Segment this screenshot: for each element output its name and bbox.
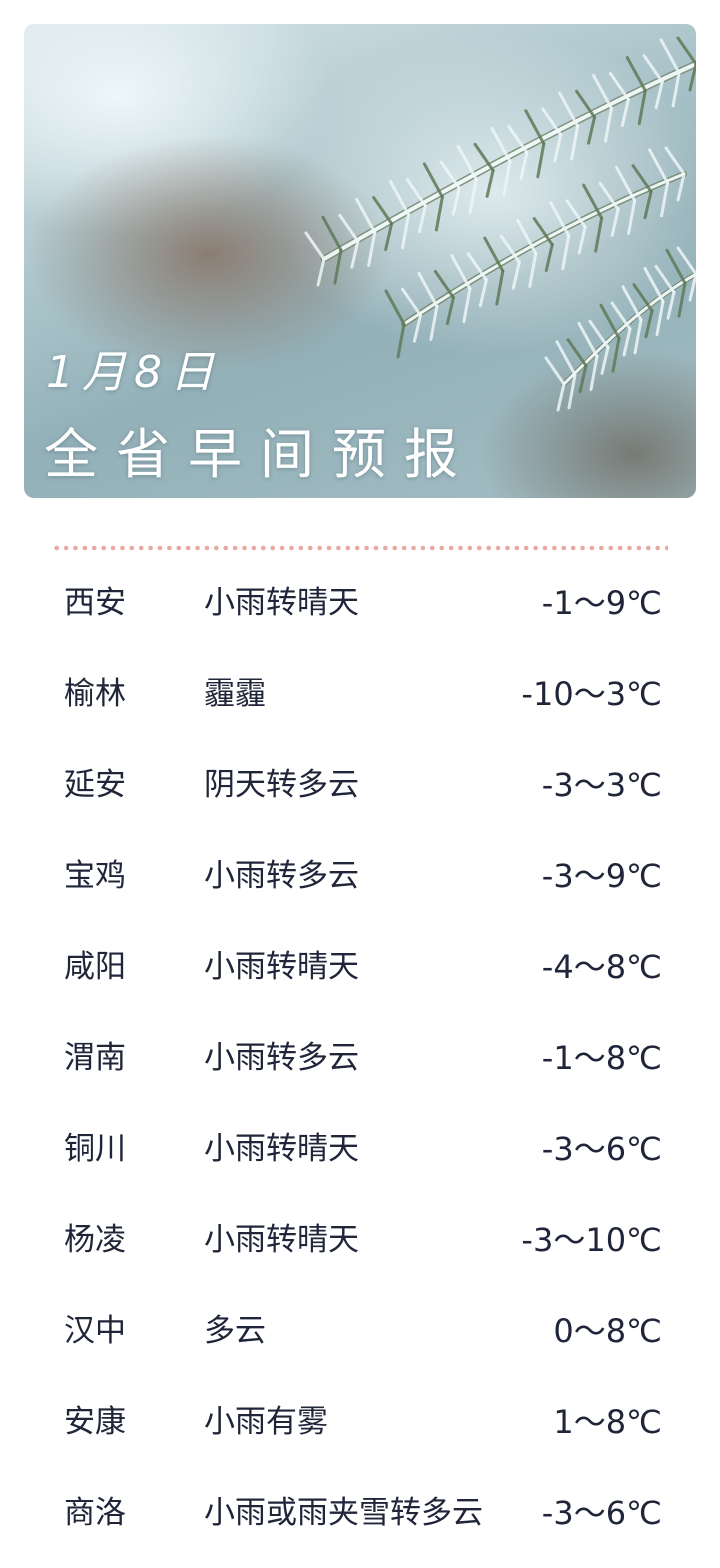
forecast-row: 延安 阴天转多云 -3～3℃ <box>0 740 720 831</box>
forecast-row: 渭南 小雨转多云 -1～8℃ <box>0 1013 720 1104</box>
weather-condition: 小雨转晴天 <box>204 585 359 621</box>
weather-condition: 小雨转多云 <box>204 858 359 894</box>
city-name: 榆林 <box>64 676 126 712</box>
temperature-range: 0～8℃ <box>553 1312 662 1350</box>
weather-condition: 阴天转多云 <box>204 767 359 803</box>
weather-condition: 小雨或雨夹雪转多云 <box>204 1495 483 1531</box>
weather-condition: 多云 <box>204 1313 266 1349</box>
hero-banner-image: 1月8日 全省早间预报 <box>24 24 696 498</box>
temperature-range: -10～3℃ <box>521 675 662 713</box>
temperature-range: -1～9℃ <box>541 584 662 622</box>
weather-condition: 小雨转晴天 <box>204 949 359 985</box>
weather-condition: 小雨转晴天 <box>204 1222 359 1258</box>
city-name: 西安 <box>64 585 126 621</box>
city-name: 汉中 <box>64 1313 126 1349</box>
temperature-range: -4～8℃ <box>541 948 662 986</box>
forecast-row: 西安 小雨转晴天 -1～9℃ <box>0 558 720 649</box>
dotted-divider <box>52 544 668 552</box>
city-name: 延安 <box>64 767 126 803</box>
forecast-row: 咸阳 小雨转晴天 -4～8℃ <box>0 922 720 1013</box>
forecast-row: 宝鸡 小雨转多云 -3～9℃ <box>0 831 720 922</box>
city-name: 商洛 <box>64 1495 126 1531</box>
city-name: 咸阳 <box>64 949 126 985</box>
forecast-row: 铜川 小雨转晴天 -3～6℃ <box>0 1104 720 1195</box>
temperature-range: -3～6℃ <box>541 1130 662 1168</box>
forecast-row: 安康 小雨有雾 1～8℃ <box>0 1377 720 1468</box>
temperature-range: -3～6℃ <box>541 1494 662 1532</box>
forecast-row: 商洛 小雨或雨夹雪转多云 -3～6℃ <box>0 1468 720 1559</box>
forecast-table: 西安 小雨转晴天 -1～9℃ 榆林 霾霾 -10～3℃ 延安 阴天转多云 -3～3℃ 宝鸡 小雨转多… <box>0 558 720 1559</box>
city-name: 渭南 <box>64 1040 126 1076</box>
temperature-range: 1～8℃ <box>553 1403 662 1441</box>
forecast-row: 汉中 多云 0～8℃ <box>0 1286 720 1377</box>
temperature-range: -1～8℃ <box>541 1039 662 1077</box>
temperature-range: -3～3℃ <box>541 766 662 804</box>
temperature-range: -3～9℃ <box>541 857 662 895</box>
weather-condition: 小雨转晴天 <box>204 1131 359 1167</box>
weather-condition: 小雨有雾 <box>204 1404 328 1440</box>
hero-title: 全省早间预报 <box>44 423 476 486</box>
city-name: 宝鸡 <box>64 858 126 894</box>
weather-condition: 小雨转多云 <box>204 1040 359 1076</box>
hero-date-label: 1月8日 <box>46 347 222 398</box>
weather-condition: 霾霾 <box>204 676 266 712</box>
temperature-range: -3～10℃ <box>521 1221 662 1259</box>
city-name: 安康 <box>64 1404 126 1440</box>
city-name: 杨凌 <box>64 1222 126 1258</box>
forecast-row: 榆林 霾霾 -10～3℃ <box>0 649 720 740</box>
forecast-row: 杨凌 小雨转晴天 -3～10℃ <box>0 1195 720 1286</box>
city-name: 铜川 <box>64 1131 126 1167</box>
